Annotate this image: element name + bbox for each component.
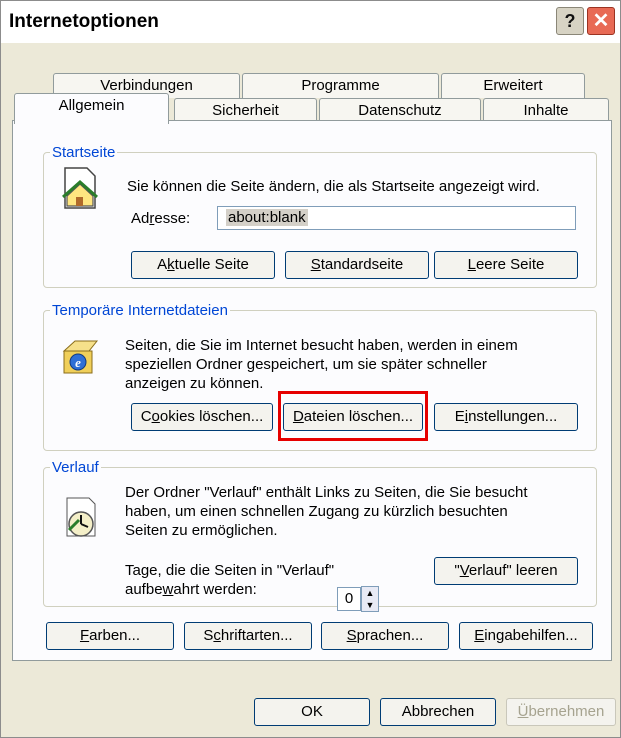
history-desc-line2: haben, um einen schnellen Zugang zu kürz… xyxy=(125,503,508,520)
tab-erweitert[interactable]: Erweitert xyxy=(441,73,585,98)
temp-files-legend: Temporäre Internetdateien xyxy=(52,302,228,319)
address-value: about:blank xyxy=(226,209,308,226)
days-label-line1: Tage, die die Seiten in "Verlauf" xyxy=(125,562,335,579)
internet-options-dialog: Internetoptionen ? ✕ Verbindungen Progra… xyxy=(0,0,621,738)
blank-page-button[interactable]: Leere Seite xyxy=(434,251,578,279)
title-bar[interactable]: Internetoptionen ? ✕ xyxy=(1,1,620,43)
spin-up-icon[interactable]: ▲ xyxy=(362,587,378,599)
tab-allgemein[interactable]: Allgemein xyxy=(14,93,169,124)
days-input[interactable]: 0 xyxy=(337,587,361,611)
spin-down-icon[interactable]: ▼ xyxy=(362,599,378,611)
clear-history-button[interactable]: "Verlauf" leeren xyxy=(434,557,578,585)
fonts-button[interactable]: Schriftarten... xyxy=(184,622,312,650)
home-page-icon xyxy=(61,166,101,209)
current-page-button[interactable]: Aktuelle Seite xyxy=(131,251,275,279)
temp-files-desc-line1: Seiten, die Sie im Internet besucht habe… xyxy=(125,337,518,354)
history-icon xyxy=(61,496,101,537)
colors-button[interactable]: Farben... xyxy=(46,622,174,650)
startseite-legend: Startseite xyxy=(52,144,116,161)
help-button[interactable]: ? xyxy=(556,7,584,35)
window-title: Internetoptionen xyxy=(9,11,159,32)
tab-programme[interactable]: Programme xyxy=(242,73,439,98)
delete-cookies-button[interactable]: Cookies löschen... xyxy=(131,403,273,431)
accessibility-button[interactable]: Eingabehilfen... xyxy=(459,622,593,650)
address-label: Adresse: xyxy=(131,210,191,227)
ok-button[interactable]: OK xyxy=(254,698,370,726)
startseite-description: Sie können die Seite ändern, die als Sta… xyxy=(127,178,540,195)
delete-files-button[interactable]: Dateien löschen... xyxy=(283,403,423,431)
svg-text:e: e xyxy=(75,355,81,370)
settings-button[interactable]: Einstellungen... xyxy=(434,403,578,431)
history-desc-line1: Der Ordner "Verlauf" enthält Links zu Se… xyxy=(125,484,528,501)
cancel-button[interactable]: Abbrechen xyxy=(380,698,496,726)
temp-files-desc-line3: anzeigen zu können. xyxy=(125,375,264,392)
days-label-line2: aufbewahrt werden: xyxy=(125,581,257,598)
history-legend: Verlauf xyxy=(52,459,99,476)
apply-button[interactable]: Übernehmen xyxy=(506,698,616,726)
temp-files-icon: e xyxy=(61,337,101,377)
history-desc-line3: Seiten zu ermöglichen. xyxy=(125,522,278,539)
days-spinner[interactable]: ▲ ▼ xyxy=(361,586,379,612)
close-button[interactable]: ✕ xyxy=(587,7,615,35)
address-input[interactable]: about:blank xyxy=(217,206,576,230)
languages-button[interactable]: Sprachen... xyxy=(321,622,449,650)
default-page-button[interactable]: Standardseite xyxy=(285,251,429,279)
temp-files-desc-line2: speziellen Ordner gespeichert, um sie sp… xyxy=(125,356,487,373)
